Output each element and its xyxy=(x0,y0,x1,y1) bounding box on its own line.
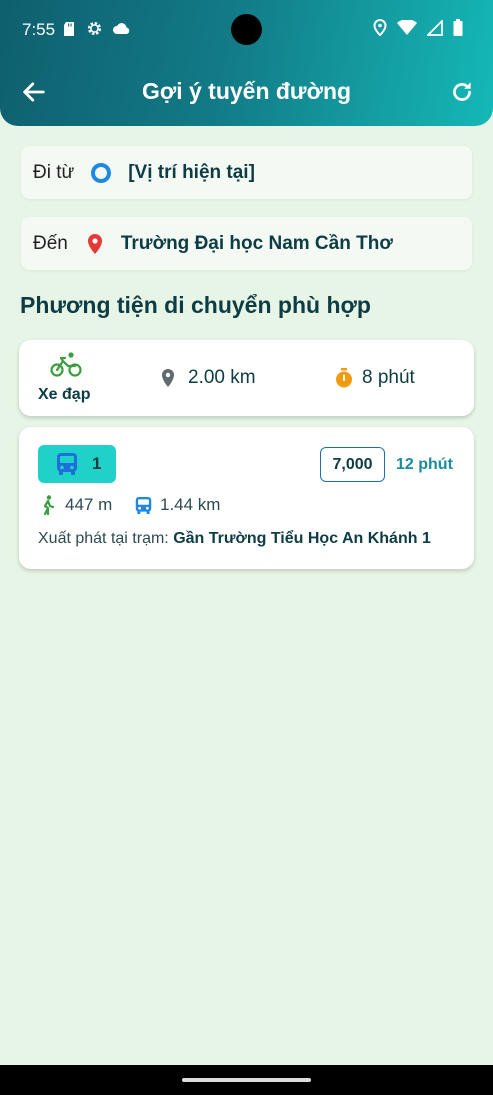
walk-distance-value: 447 m xyxy=(65,495,113,514)
section-title: Phương tiện di chuyển phù hợp xyxy=(20,292,371,318)
walk-distance: 447 m xyxy=(40,495,112,515)
bike-distance: 2.00 km xyxy=(160,367,256,389)
bus-distance-value: 1.44 km xyxy=(160,495,221,514)
bus-distance: 1.44 km xyxy=(135,495,220,515)
origin-field[interactable]: Đi từ [Vị trí hiện tại] xyxy=(21,146,472,199)
bike-mode-label: Xe đạp xyxy=(38,386,91,403)
bus-price-tag: 7,000 xyxy=(320,447,385,482)
battery-icon xyxy=(453,19,463,36)
bike-duration-value: 8 phút xyxy=(362,367,415,388)
bus-route-number: 1 xyxy=(92,454,102,473)
bus-route-badge: 1 xyxy=(38,445,116,483)
status-time: 7:55 xyxy=(22,20,56,39)
location-pin-icon xyxy=(162,369,174,387)
cloud-icon xyxy=(113,23,130,34)
signal-icon xyxy=(427,19,443,36)
home-indicator[interactable] xyxy=(182,1078,311,1082)
page-title: Gợi ý tuyến đường xyxy=(141,78,352,104)
sd-card-icon xyxy=(64,21,74,36)
settings-gear-icon xyxy=(87,21,102,36)
origin-label: Đi từ xyxy=(33,161,75,183)
bike-duration: 8 phút xyxy=(334,367,415,389)
start-station-line: Xuất phát tại trạm: Gần Trường Tiểu Học … xyxy=(38,530,431,548)
camera-cutout xyxy=(231,14,262,45)
refresh-icon[interactable] xyxy=(449,79,475,105)
location-status-icon xyxy=(373,19,387,36)
start-station-name: Gần Trường Tiểu Học An Khánh 1 xyxy=(173,530,431,547)
wifi-icon xyxy=(397,19,417,35)
destination-label: Đến xyxy=(33,232,68,254)
bus-price-value: 7,000 xyxy=(332,455,373,473)
timer-icon xyxy=(336,368,352,388)
status-bar: 7:55 xyxy=(0,0,493,60)
walk-icon xyxy=(43,495,55,515)
bicycle-icon xyxy=(50,352,82,377)
origin-circle-icon xyxy=(91,162,112,183)
bus-icon xyxy=(57,453,77,475)
destination-field[interactable]: Đến Trường Đại học Nam Cần Thơ xyxy=(21,217,472,270)
start-station-prefix: Xuất phát tại trạm: xyxy=(38,530,174,547)
bus-icon xyxy=(135,496,152,514)
bus-duration: 12 phút xyxy=(396,456,453,473)
destination-value: Trường Đại học Nam Cần Thơ xyxy=(120,232,393,254)
bike-distance-value: 2.00 km xyxy=(188,367,256,388)
location-pin-icon xyxy=(87,233,102,254)
origin-value: [Vị trí hiện tại] xyxy=(128,161,255,183)
